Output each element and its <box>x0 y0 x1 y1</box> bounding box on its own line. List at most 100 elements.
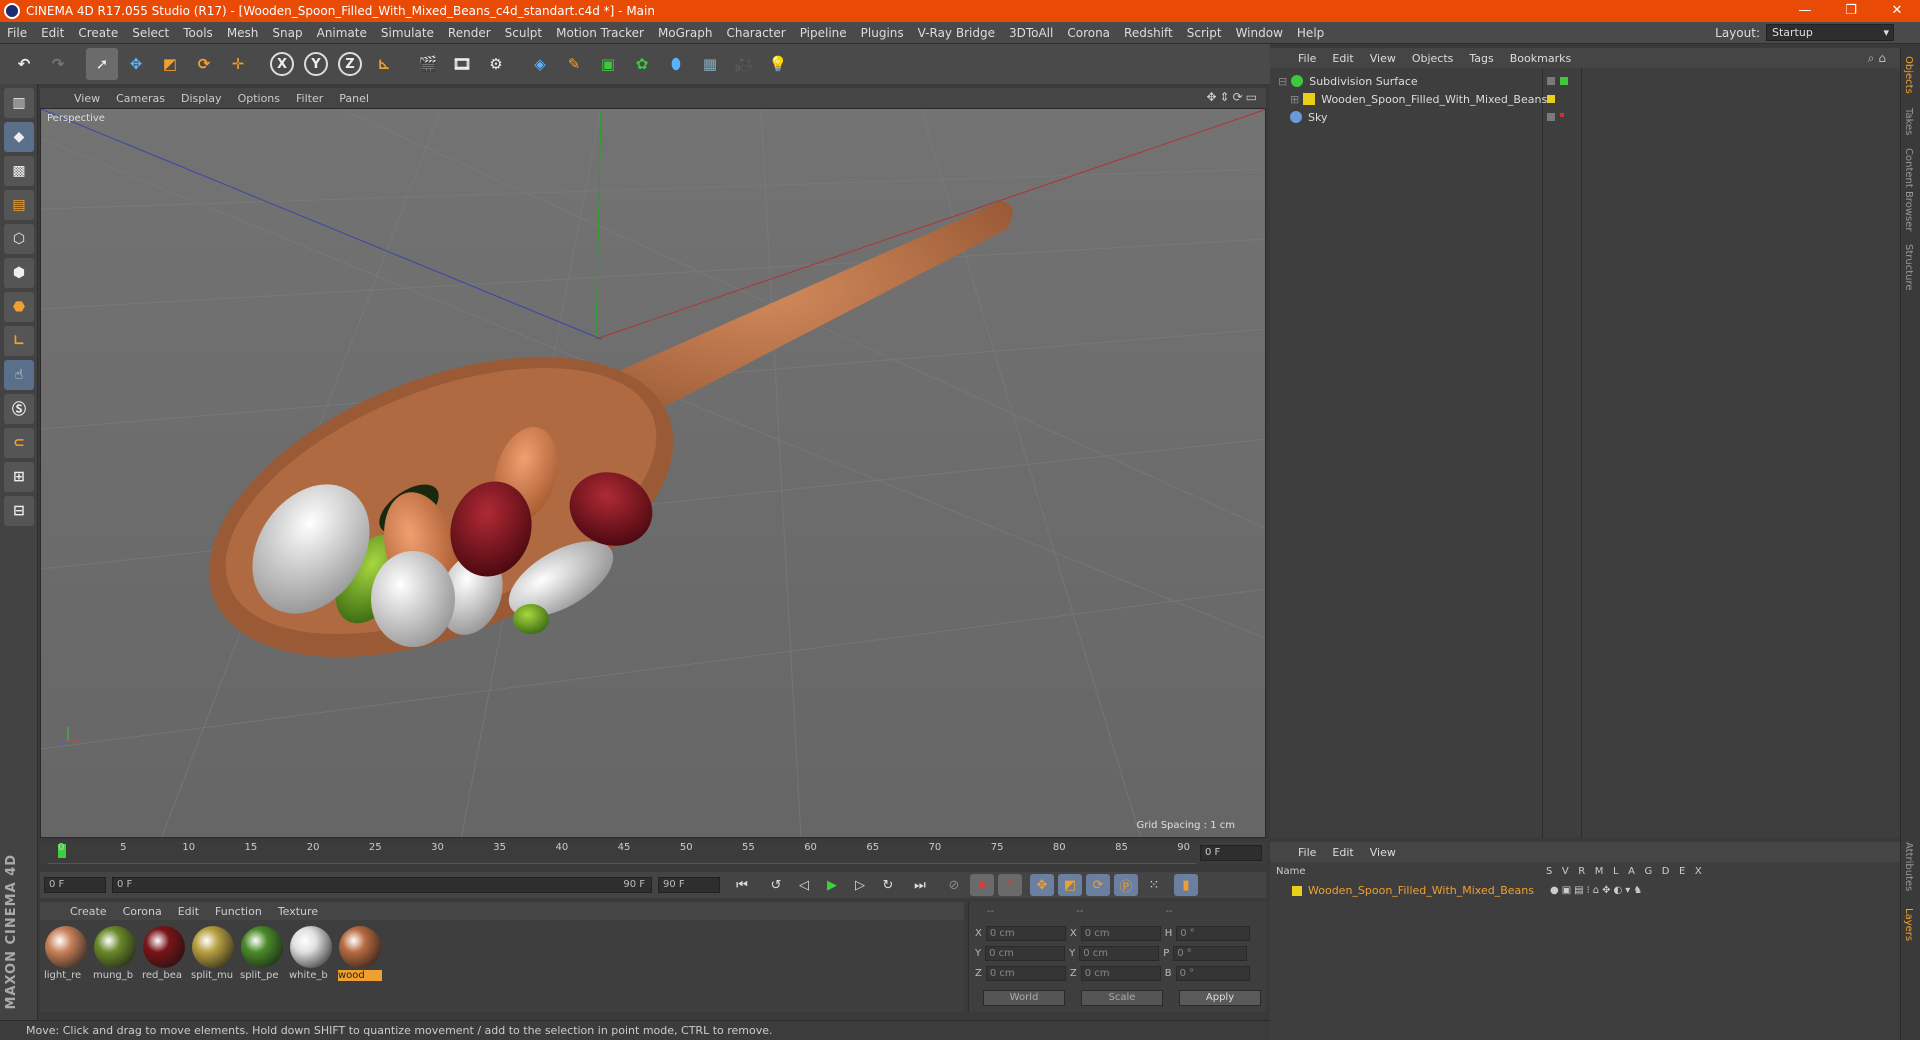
size-y-field[interactable]: 0 cm <box>1079 946 1160 961</box>
viewport-menu-options[interactable]: Options <box>230 92 288 105</box>
layout-dropdown[interactable]: Startup <box>1766 24 1894 41</box>
size-x-field[interactable]: 0 cm <box>1080 926 1161 941</box>
key-position-icon[interactable]: ✥ <box>1030 874 1054 896</box>
visibility-toggle-icon[interactable] <box>1547 113 1555 121</box>
mat-menu-texture[interactable]: Texture <box>270 905 326 918</box>
apply-button[interactable]: Apply <box>1179 990 1261 1006</box>
position-x-field[interactable]: 0 cm <box>985 926 1066 941</box>
layer-color-swatch[interactable] <box>1292 885 1302 896</box>
world-dropdown[interactable]: World <box>983 990 1065 1006</box>
play-icon[interactable]: ▶ <box>820 874 844 896</box>
light-icon[interactable]: 💡 <box>762 48 794 80</box>
start-frame-field[interactable]: 0 F <box>44 877 106 893</box>
menu-create[interactable]: Create <box>71 26 125 40</box>
polygons-mode-icon[interactable]: ⬣ <box>4 292 34 322</box>
cloner-icon[interactable]: ✿ <box>626 48 658 80</box>
rotation-h-field[interactable]: 0 ° <box>1176 926 1251 941</box>
material-swatch-selected[interactable]: wood <box>338 926 382 1006</box>
mat-menu-function[interactable]: Function <box>207 905 270 918</box>
menu-help[interactable]: Help <box>1290 26 1331 40</box>
workplane-icon[interactable]: ▤ <box>4 190 34 220</box>
close-button[interactable]: ✕ <box>1874 0 1920 22</box>
axis-mode-icon[interactable]: ∟ <box>4 326 34 356</box>
key-parameter-icon[interactable]: Ⓟ <box>1114 874 1138 896</box>
menu-sculpt[interactable]: Sculpt <box>498 26 549 40</box>
object-manager[interactable]: ⊟ Subdivision Surface ⊞ Wooden_Spoon_Fil… <box>1270 68 1900 838</box>
magnet-icon[interactable]: ⊂ <box>4 428 34 458</box>
axis-z-button[interactable]: Z <box>334 48 366 80</box>
menu-corona[interactable]: Corona <box>1060 26 1117 40</box>
menu-character[interactable]: Character <box>719 26 792 40</box>
size-z-field[interactable]: 0 cm <box>1080 966 1161 981</box>
layer-color-icon[interactable] <box>1547 95 1555 103</box>
lm-menu-view[interactable]: View <box>1362 846 1404 859</box>
deformer-icon[interactable]: ⬮ <box>660 48 692 80</box>
viewport-menu-panel[interactable]: Panel <box>331 92 377 105</box>
timeline[interactable]: 0 5 10 15 20 25 30 35 40 45 50 55 60 65 70 75 80 85 90 0 F <box>40 842 1266 864</box>
go-to-end-icon[interactable]: ⏭ <box>908 874 932 896</box>
menu-script[interactable]: Script <box>1180 26 1229 40</box>
model-mode-icon[interactable]: ▥ <box>4 88 34 118</box>
material-swatch[interactable]: split_mu <box>191 926 235 1006</box>
viewport-menu-cameras[interactable]: Cameras <box>108 92 173 105</box>
menu-redshift[interactable]: Redshift <box>1117 26 1180 40</box>
snap-icon[interactable]: Ⓢ <box>4 394 34 424</box>
lm-menu-file[interactable]: File <box>1290 846 1324 859</box>
object-row-sky[interactable]: Sky <box>1270 108 1900 126</box>
transform-icon[interactable]: ✛ <box>222 48 254 80</box>
menu-mograph[interactable]: MoGraph <box>651 26 720 40</box>
camera-icon[interactable]: 🎥 <box>728 48 760 80</box>
previous-frame-icon[interactable]: ◁ <box>792 874 816 896</box>
scale-dropdown[interactable]: Scale <box>1081 990 1163 1006</box>
layer-flag-icons[interactable]: ●▣▤⁝⌂✥◐▾♞ <box>1550 885 1645 896</box>
om-search-home-icons[interactable]: ⌕⌂ <box>1868 51 1890 66</box>
menu-vray-bridge[interactable]: V-Ray Bridge <box>911 26 1002 40</box>
floor-icon[interactable]: ▦ <box>694 48 726 80</box>
lock-workplane-icon[interactable]: ⊞ <box>4 462 34 492</box>
pen-icon[interactable]: ✎ <box>558 48 590 80</box>
next-key-icon[interactable]: ↻ <box>876 874 900 896</box>
viewport-menu-view[interactable]: View <box>66 92 108 105</box>
om-menu-file[interactable]: File <box>1290 52 1324 65</box>
coord-icon[interactable]: ⊾ <box>368 48 400 80</box>
material-swatch[interactable]: mung_b <box>93 926 137 1006</box>
end-frame-field[interactable]: 90 F <box>658 877 720 893</box>
key-points-icon[interactable]: ⁙ <box>1142 874 1166 896</box>
go-to-start-icon[interactable]: ⏮ <box>730 874 754 896</box>
rotation-p-field[interactable]: 0 ° <box>1173 946 1248 961</box>
viewport-menu-display[interactable]: Display <box>173 92 230 105</box>
undo-icon[interactable]: ↶ <box>8 48 40 80</box>
menu-select[interactable]: Select <box>125 26 176 40</box>
key-scale-icon[interactable]: ◩ <box>1058 874 1082 896</box>
axis-x-button[interactable]: X <box>266 48 298 80</box>
object-mode-icon[interactable]: ◆ <box>4 122 34 152</box>
enabled-check-icon[interactable] <box>1560 77 1568 85</box>
om-menu-edit[interactable]: Edit <box>1324 52 1361 65</box>
position-y-field[interactable]: 0 cm <box>985 946 1066 961</box>
tweak-icon[interactable]: ☝ <box>4 360 34 390</box>
tab-attributes[interactable]: Attributes <box>1903 842 1914 891</box>
subdivision-icon[interactable]: ▣ <box>592 48 624 80</box>
tab-takes[interactable]: Takes <box>1903 108 1914 135</box>
material-swatch[interactable]: red_bea <box>142 926 186 1006</box>
timeline-ruler[interactable]: 0 5 10 15 20 25 30 35 40 45 50 55 60 65 70 75 80 85 90 <box>48 842 1196 864</box>
viewport-menu-filter[interactable]: Filter <box>288 92 331 105</box>
rotation-b-field[interactable]: 0 ° <box>1175 966 1250 981</box>
key-rotation-icon[interactable]: ⟳ <box>1086 874 1110 896</box>
render-settings-icon[interactable]: ⚙ <box>480 48 512 80</box>
viewport-nav-icons[interactable]: ✥⇕⟳▭ <box>1206 90 1260 104</box>
redo-icon[interactable]: ↷ <box>42 48 74 80</box>
timeline-layout-icon[interactable]: ▮ <box>1174 874 1198 896</box>
render-icon[interactable]: 🎞 <box>446 48 478 80</box>
om-menu-view[interactable]: View <box>1362 52 1404 65</box>
edges-mode-icon[interactable]: ⬢ <box>4 258 34 288</box>
record-disabled-icon[interactable]: ⊘ <box>942 874 966 896</box>
scale-icon[interactable]: ◩ <box>154 48 186 80</box>
mat-menu-edit[interactable]: Edit <box>170 905 207 918</box>
tab-layers[interactable]: Layers <box>1903 908 1914 941</box>
tab-objects[interactable]: Objects <box>1903 56 1914 94</box>
mat-menu-corona[interactable]: Corona <box>115 905 170 918</box>
render-off-icon[interactable] <box>1560 113 1564 117</box>
mat-menu-create[interactable]: Create <box>62 905 115 918</box>
material-swatch[interactable]: split_pe <box>240 926 284 1006</box>
